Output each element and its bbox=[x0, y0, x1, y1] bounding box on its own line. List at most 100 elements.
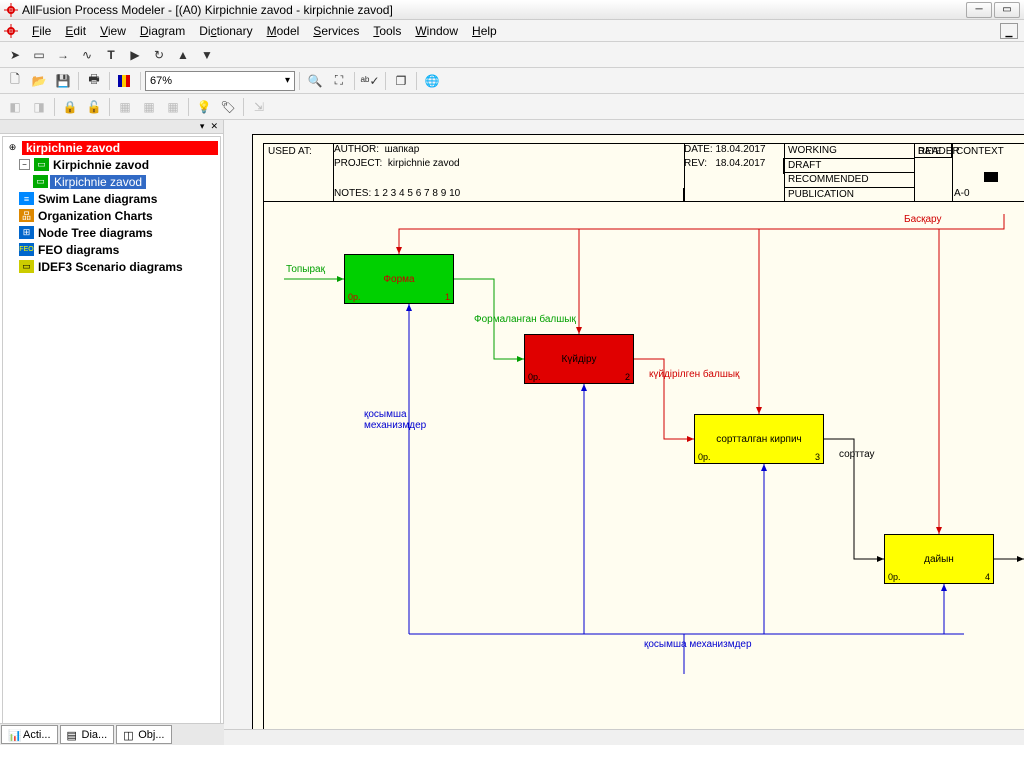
pointer-tool[interactable]: ➤ bbox=[4, 44, 26, 66]
activity-box-2[interactable]: Күйдіру 0р. 2 bbox=[524, 334, 634, 384]
up-tool[interactable]: ▲ bbox=[172, 44, 194, 66]
tree-item[interactable]: ⊞ Node Tree diagrams bbox=[5, 224, 218, 241]
tree-item[interactable]: ▭ IDEF3 Scenario diagrams bbox=[5, 258, 218, 275]
down-tool[interactable]: ▼ bbox=[196, 44, 218, 66]
pane-header: ▾ ✕ bbox=[0, 120, 223, 134]
export-button[interactable]: ⇲ bbox=[248, 96, 270, 118]
minimize-button[interactable]: ─ bbox=[966, 2, 992, 18]
new-button[interactable]: 🗋 bbox=[4, 70, 26, 92]
tab-activities[interactable]: 📊Acti... bbox=[1, 725, 58, 744]
tree-item[interactable]: ≡ Swim Lane diagrams bbox=[5, 190, 218, 207]
play-tool[interactable]: ▶ bbox=[124, 44, 146, 66]
diagram-canvas[interactable]: USED AT: AUTHOR: шапкар PROJECT: kirpich… bbox=[224, 120, 1024, 745]
menu-file[interactable]: File bbox=[26, 22, 57, 40]
menu-window[interactable]: Window bbox=[409, 22, 464, 40]
date-col-header: DATE bbox=[914, 144, 952, 158]
menu-services[interactable]: Services bbox=[307, 22, 365, 40]
box-label: Күйдіру bbox=[562, 354, 597, 365]
zoom-select[interactable]: 67% bbox=[145, 71, 295, 91]
box-label: дайын bbox=[924, 554, 954, 565]
link-button[interactable]: ❐ bbox=[390, 70, 412, 92]
zoom-fit-button[interactable]: ⛶ bbox=[328, 70, 350, 92]
pane-close-icon[interactable]: ✕ bbox=[207, 121, 221, 132]
arrow-tool[interactable]: → bbox=[52, 44, 74, 66]
tree-view[interactable]: ⊕ kirpichnie zavod − ▭ Kirpichnie zavod … bbox=[2, 136, 221, 727]
grid2-button[interactable]: ▦ bbox=[138, 96, 160, 118]
lock2-button[interactable]: 🔓 bbox=[83, 96, 105, 118]
maximize-button[interactable]: ▭ bbox=[994, 2, 1020, 18]
zoom-in-button[interactable]: 🔍 bbox=[304, 70, 326, 92]
arrow-label: қосымша механизмдер bbox=[364, 409, 434, 431]
diagram-icon: ▭ bbox=[34, 158, 49, 171]
save-button[interactable]: 💾 bbox=[52, 70, 74, 92]
menu-model[interactable]: Model bbox=[261, 22, 306, 40]
arrow-label: Басқару bbox=[904, 214, 942, 225]
app-icon bbox=[4, 3, 18, 17]
menu-tools[interactable]: Tools bbox=[367, 22, 407, 40]
squiggle-tool[interactable]: ∿ bbox=[76, 44, 98, 66]
menu-diagram[interactable]: Diagram bbox=[134, 22, 191, 40]
title-bar: AllFusion Process Modeler - [(A0) Kirpic… bbox=[0, 0, 1024, 20]
db1-button[interactable]: ◧ bbox=[4, 96, 26, 118]
grid3-button[interactable]: ▦ bbox=[162, 96, 184, 118]
tree-item[interactable]: FEO FEO diagrams bbox=[5, 241, 218, 258]
orgchart-icon: 品 bbox=[19, 209, 34, 222]
activity-box-1[interactable]: Форма 0р. 1 bbox=[344, 254, 454, 304]
tree-item[interactable]: − ▭ Kirpichnie zavod bbox=[5, 156, 218, 173]
menu-view[interactable]: View bbox=[94, 22, 132, 40]
box-label: сортталган кирпич bbox=[716, 434, 801, 445]
context-a0: A-0 bbox=[954, 188, 970, 199]
activity-box-3[interactable]: сортталган кирпич 0р. 3 bbox=[694, 414, 824, 464]
box-tool[interactable]: ▭ bbox=[28, 44, 50, 66]
browser-button[interactable]: 🌐 bbox=[421, 70, 443, 92]
doc-icon bbox=[4, 24, 18, 38]
menu-dictionary[interactable]: Dictionary bbox=[193, 22, 258, 40]
menu-edit[interactable]: Edit bbox=[59, 22, 92, 40]
activity-box-4[interactable]: дайын 0р. 4 bbox=[884, 534, 994, 584]
open-button[interactable]: 📂 bbox=[28, 70, 50, 92]
swimlane-icon: ≡ bbox=[19, 192, 34, 205]
mdi-minimize-button[interactable]: ▁ bbox=[1000, 23, 1018, 39]
arrow-label: Топырақ bbox=[286, 264, 325, 275]
explorer-tabs: 📊Acti... ▤Dia... ◫Obj... bbox=[0, 723, 224, 745]
notes-cell: NOTES: 1 2 3 4 5 6 7 8 9 10 bbox=[334, 188, 684, 202]
flag-button[interactable] bbox=[114, 70, 136, 92]
light-button[interactable]: 💡 bbox=[193, 96, 215, 118]
idef3-icon: ▭ bbox=[19, 260, 34, 273]
arrow-label: сорттау bbox=[839, 449, 875, 460]
grid1-button[interactable]: ▦ bbox=[114, 96, 136, 118]
print-button[interactable]: 🖶 bbox=[83, 70, 105, 92]
collapse-icon[interactable]: − bbox=[19, 159, 30, 170]
box-label: Форма bbox=[383, 274, 414, 285]
used-at-cell: USED AT: bbox=[264, 144, 334, 202]
canvas-hscrollbar[interactable] bbox=[224, 729, 1024, 745]
toolbar-drawing: ➤ ▭ → ∿ T ▶ ↻ ▲ ▼ bbox=[0, 42, 1024, 68]
feo-icon: FEO bbox=[19, 243, 34, 256]
toolbar-db: ◧ ◨ 🔒 🔓 ▦ ▦ ▦ 💡 🏷 ⇲ bbox=[0, 94, 1024, 120]
menu-help[interactable]: Help bbox=[466, 22, 503, 40]
project-cell: PROJECT: kirpichnie zavod bbox=[334, 158, 684, 174]
db2-button[interactable]: ◨ bbox=[28, 96, 50, 118]
pane-dropdown-icon[interactable]: ▾ bbox=[197, 121, 208, 132]
tab-diagrams[interactable]: ▤Dia... bbox=[60, 725, 115, 744]
tree-item-selected[interactable]: ▭ Kirpichnie zavod bbox=[5, 173, 218, 190]
toolbar-standard: 🗋 📂 💾 🖶 67% 🔍 ⛶ ᵃᵇ✓ ❐ 🌐 bbox=[0, 68, 1024, 94]
status-cells: WORKING DRAFT RECOMMENDED PUBLICATION bbox=[784, 144, 914, 202]
diagram-icon: ▭ bbox=[33, 175, 48, 188]
text-tool[interactable]: T bbox=[100, 44, 122, 66]
tree-root[interactable]: ⊕ kirpichnie zavod bbox=[5, 139, 218, 156]
lock1-button[interactable]: 🔒 bbox=[59, 96, 81, 118]
arrow-label: күйдірілген балшық bbox=[649, 369, 739, 380]
model-explorer: ▾ ✕ ⊕ kirpichnie zavod − ▭ Kirpichnie za… bbox=[0, 120, 224, 745]
tab-objects[interactable]: ◫Obj... bbox=[116, 725, 171, 744]
redo-tool[interactable]: ↻ bbox=[148, 44, 170, 66]
tag-button[interactable]: 🏷 bbox=[217, 96, 239, 118]
arrow-label: қосымша механизмдер bbox=[644, 639, 752, 650]
spell-button[interactable]: ᵃᵇ✓ bbox=[359, 70, 381, 92]
arrow-label: Формаланган балшық bbox=[474, 314, 576, 325]
window-title: AllFusion Process Modeler - [(A0) Kirpic… bbox=[22, 3, 393, 17]
diagram-arrows bbox=[264, 144, 1024, 745]
tree-item[interactable]: 品 Organization Charts bbox=[5, 207, 218, 224]
target-icon: ⊕ bbox=[5, 141, 20, 154]
menu-bar: File Edit View Diagram Dictionary Model … bbox=[0, 20, 1024, 42]
